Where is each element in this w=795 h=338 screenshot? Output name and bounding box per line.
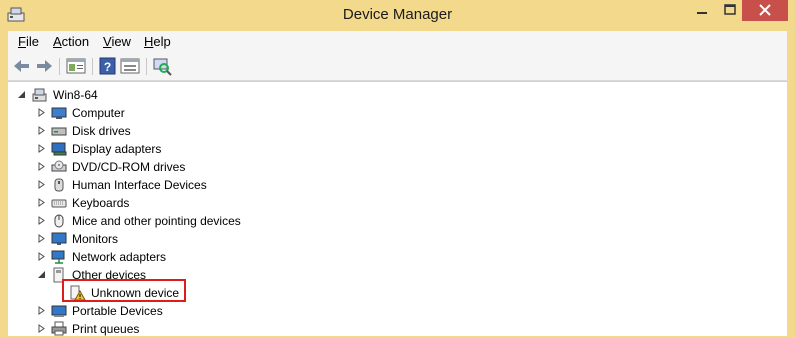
tree-item-label: Display adapters	[72, 142, 162, 156]
tree-item-keyboards[interactable]: Keyboards	[8, 194, 408, 212]
portable-devices-icon	[51, 305, 67, 317]
tree-item-computer[interactable]: Computer	[8, 104, 408, 122]
tree-item-display-adapters[interactable]: Display adapters	[8, 140, 408, 158]
expand-arrow-icon[interactable]	[37, 126, 46, 135]
dvd-drive-icon	[51, 160, 67, 172]
tree-item-disk-drives[interactable]: Disk drives	[8, 122, 408, 140]
tree-item-label: Computer	[72, 106, 125, 120]
expand-arrow-icon[interactable]	[37, 252, 46, 261]
back-icon[interactable]	[11, 56, 33, 76]
expand-arrow-icon[interactable]	[37, 324, 46, 333]
scan-hardware-icon[interactable]	[151, 56, 173, 76]
tree-item-print-queues[interactable]: Print queues	[8, 320, 408, 338]
computer-icon	[51, 107, 67, 119]
expand-arrow-icon[interactable]	[37, 180, 46, 189]
tree-item-label: Keyboards	[72, 196, 130, 210]
device-manager-window: Device Manager File Action View Help ? W…	[0, 0, 795, 336]
keyboard-icon	[51, 199, 67, 208]
network-adapter-icon	[51, 250, 65, 264]
tree-item-network-adapters[interactable]: Network adapters	[8, 248, 408, 266]
display-adapter-icon	[51, 142, 67, 156]
hid-icon	[54, 178, 64, 192]
expand-arrow-icon[interactable]	[37, 306, 46, 315]
tree-item-label: Mice and other pointing devices	[72, 214, 241, 228]
svg-text:?: ?	[104, 60, 111, 74]
highlight-box	[62, 279, 186, 302]
computer-root-icon	[32, 88, 47, 102]
tree-item-human-interface-devices[interactable]: Human Interface Devices	[8, 176, 408, 194]
disk-drive-icon	[51, 127, 67, 136]
menu-file[interactable]: File	[18, 34, 39, 49]
update-driver-icon[interactable]	[119, 56, 141, 76]
expand-arrow-icon[interactable]	[37, 198, 46, 207]
window-title: Device Manager	[342, 6, 453, 23]
tree-root[interactable]: Win8-64	[8, 86, 308, 104]
menu-view[interactable]: View	[103, 34, 131, 49]
forward-icon[interactable]	[33, 56, 55, 76]
monitor-icon	[51, 232, 67, 245]
toolbar: ?	[8, 53, 787, 81]
toolbar-separator	[146, 58, 147, 75]
tree-item-dvd-cd-rom-drives[interactable]: DVD/CD-ROM drives	[8, 158, 408, 176]
menu-action[interactable]: Action	[53, 34, 89, 49]
expand-arrow-icon[interactable]	[37, 234, 46, 243]
minimize-button[interactable]	[688, 0, 716, 21]
menu-bar: File Action View Help	[8, 31, 787, 53]
mouse-icon	[54, 214, 64, 228]
tree-item-portable-devices[interactable]: Portable Devices	[8, 302, 408, 320]
tree-item-label: Disk drives	[72, 124, 131, 138]
tree-item-label: Network adapters	[72, 250, 167, 264]
expand-arrow-icon[interactable]	[37, 108, 46, 117]
expand-arrow-icon[interactable]	[37, 216, 46, 225]
toolbar-separator	[59, 58, 60, 75]
title-bar[interactable]: Device Manager	[0, 0, 795, 31]
maximize-button[interactable]	[716, 0, 744, 21]
properties-icon[interactable]	[65, 56, 87, 76]
tree-item-label: Portable Devices	[72, 304, 163, 318]
tree-item-mice[interactable]: Mice and other pointing devices	[8, 212, 408, 230]
tree-item-label: Monitors	[72, 232, 119, 246]
tree-item-monitors[interactable]: Monitors	[8, 230, 408, 248]
help-icon[interactable]: ?	[97, 56, 119, 76]
tree-item-label: Print queues	[72, 322, 140, 336]
close-button[interactable]	[742, 0, 788, 21]
tree-item-label: DVD/CD-ROM drives	[72, 160, 186, 174]
tree-root-label: Win8-64	[53, 88, 98, 102]
tree-item-label: Human Interface Devices	[72, 178, 207, 192]
menu-help[interactable]: Help	[144, 34, 171, 49]
expand-arrow-icon[interactable]	[37, 144, 46, 153]
collapse-arrow-icon[interactable]	[37, 270, 46, 279]
toolbar-separator	[92, 58, 93, 75]
device-tree[interactable]: Win8-64 Computer Disk drives Display ada…	[8, 81, 787, 336]
collapse-arrow-icon[interactable]	[17, 90, 26, 99]
expand-arrow-icon[interactable]	[37, 162, 46, 171]
